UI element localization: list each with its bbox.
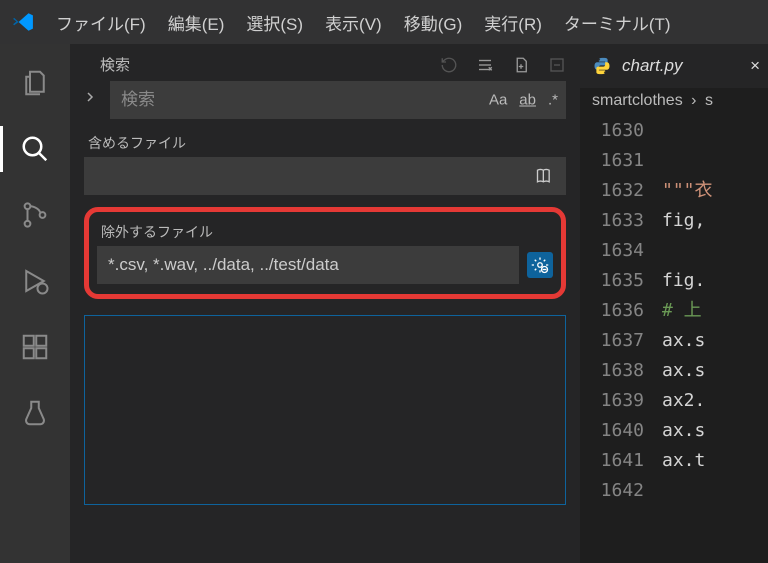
menu-edit[interactable]: 編集(E) <box>168 10 225 35</box>
code-text[interactable]: fig. <box>662 266 705 296</box>
code-text[interactable]: ax2. <box>662 386 705 416</box>
code-line[interactable]: 1642 <box>580 476 768 506</box>
exclude-files-input[interactable] <box>97 246 519 284</box>
match-case-toggle[interactable]: Aa <box>489 92 507 109</box>
code-text[interactable]: """衣 <box>662 176 713 206</box>
code-text[interactable]: ax.t <box>662 446 705 476</box>
chevron-right-icon: › <box>691 92 696 109</box>
source-control-icon[interactable] <box>18 198 52 232</box>
editor-area: chart.py × smartclothes › s 163016311632… <box>580 44 768 563</box>
exclude-files-label: 除外するファイル <box>101 222 553 242</box>
exclude-section-highlight: 除外するファイル <box>84 207 566 299</box>
include-files-input[interactable] <box>84 157 566 195</box>
search-title: 検索 <box>100 54 130 75</box>
code-line[interactable]: 1631 <box>580 146 768 176</box>
whole-word-toggle[interactable]: ab <box>519 92 536 109</box>
use-exclude-settings-icon[interactable] <box>527 252 553 278</box>
code-line[interactable]: 1641ax.t <box>580 446 768 476</box>
code-line[interactable]: 1634 <box>580 236 768 266</box>
line-number: 1633 <box>580 206 662 236</box>
breadcrumb-seg-2[interactable]: s <box>705 92 713 109</box>
regex-toggle[interactable]: .* <box>548 92 558 109</box>
line-number: 1630 <box>580 116 662 146</box>
code-line[interactable]: 1636# 上 <box>580 296 768 326</box>
code-line[interactable]: 1630 <box>580 116 768 146</box>
line-number: 1640 <box>580 416 662 446</box>
search-results[interactable] <box>84 315 566 505</box>
code-line[interactable]: 1638ax.s <box>580 356 768 386</box>
line-number: 1639 <box>580 386 662 416</box>
code-line[interactable]: 1633fig, <box>580 206 768 236</box>
python-file-icon <box>592 56 612 76</box>
collapse-icon <box>548 56 566 74</box>
code-editor[interactable]: 163016311632"""衣1633fig,16341635fig.1636… <box>580 114 768 506</box>
new-file-icon[interactable] <box>512 56 530 74</box>
code-line[interactable]: 1637ax.s <box>580 326 768 356</box>
editor-tab[interactable]: chart.py × <box>580 44 768 88</box>
code-text[interactable]: ax.s <box>662 416 705 446</box>
testing-icon[interactable] <box>18 396 52 430</box>
editor-tab-filename: chart.py <box>622 56 682 76</box>
activity-bar <box>0 44 70 563</box>
line-number: 1631 <box>580 146 662 176</box>
line-number: 1637 <box>580 326 662 356</box>
code-text[interactable]: # 上 <box>662 296 702 326</box>
code-text[interactable]: ax.s <box>662 326 705 356</box>
menu-file[interactable]: ファイル(F) <box>56 10 146 35</box>
include-files-label: 含めるファイル <box>88 133 566 153</box>
explorer-icon[interactable] <box>18 66 52 100</box>
code-text[interactable]: ax.s <box>662 356 705 386</box>
line-number: 1632 <box>580 176 662 206</box>
menu-run[interactable]: 実行(R) <box>484 10 542 35</box>
code-line[interactable]: 1632"""衣 <box>580 176 768 206</box>
search-panel: 検索 <box>70 44 580 563</box>
code-line[interactable]: 1640ax.s <box>580 416 768 446</box>
line-number: 1642 <box>580 476 662 506</box>
menu-bar: ファイル(F) 編集(E) 選択(S) 表示(V) 移動(G) 実行(R) ター… <box>0 0 768 44</box>
code-text[interactable]: fig, <box>662 206 705 236</box>
search-icon[interactable] <box>18 132 52 166</box>
line-number: 1636 <box>580 296 662 326</box>
breadcrumb-seg-1[interactable]: smartclothes <box>592 92 683 109</box>
menu-select[interactable]: 選択(S) <box>246 10 303 35</box>
book-icon[interactable] <box>532 163 558 189</box>
breadcrumb[interactable]: smartclothes › s <box>580 88 768 114</box>
line-number: 1638 <box>580 356 662 386</box>
menu-view[interactable]: 表示(V) <box>325 10 382 35</box>
clear-results-icon[interactable] <box>476 56 494 74</box>
line-number: 1641 <box>580 446 662 476</box>
toggle-replace-caret[interactable] <box>84 81 102 103</box>
menu-terminal[interactable]: ターミナル(T) <box>564 10 671 35</box>
close-tab-icon[interactable]: × <box>750 56 760 76</box>
code-line[interactable]: 1635fig. <box>580 266 768 296</box>
line-number: 1635 <box>580 266 662 296</box>
code-line[interactable]: 1639ax2. <box>580 386 768 416</box>
vscode-logo-icon <box>12 11 34 33</box>
refresh-icon <box>440 56 458 74</box>
menu-go[interactable]: 移動(G) <box>404 10 463 35</box>
extensions-icon[interactable] <box>18 330 52 364</box>
line-number: 1634 <box>580 236 662 266</box>
run-debug-icon[interactable] <box>18 264 52 298</box>
